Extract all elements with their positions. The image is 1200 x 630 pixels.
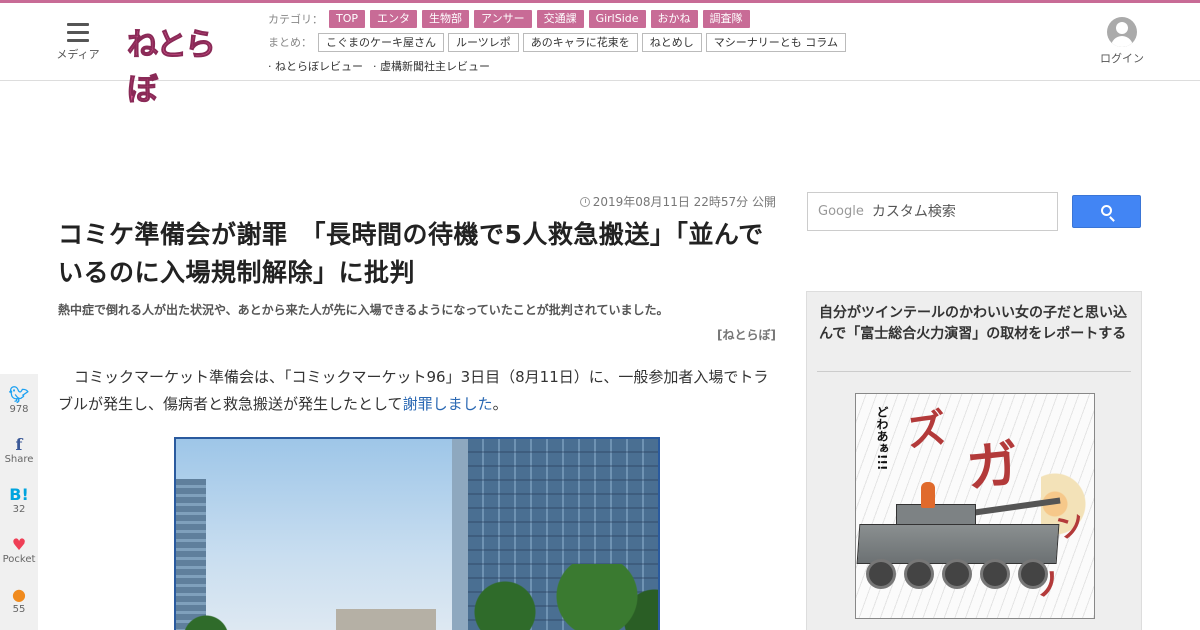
custom-search-box: Google [807,192,1058,231]
category-enta[interactable]: エンタ [370,10,418,28]
category-nav: カテゴリ： TOP エンタ 生物部 アンサー 交通課 GirlSide おかね … [268,10,755,28]
media-menu-label: メディア [56,48,100,61]
social-share-bar: 🐦︎ 978 f Share B! 32 ♥ Pocket ● 55 [0,374,38,630]
publish-timestamp: 2019年08月11日 22時57分 公開 [579,193,776,210]
site-logo-text: ねとらぼ [127,27,217,109]
publish-timestamp-text: 2019年08月11日 22時57分 公開 [592,195,776,209]
twitter-bird-icon: 🐦︎ [8,385,30,404]
sidebar-feature-title[interactable]: 自分がツインテールのかわいい女の子だと思い込んで「富士総合火力演習」の取材をレポ… [819,303,1131,345]
category-seibutsubu[interactable]: 生物部 [422,10,470,28]
sidebar-feature: 自分がツインテールのかわいい女の子だと思い込んで「富士総合火力演習」の取材をレポ… [806,291,1142,630]
category-girlside[interactable]: GirlSide [588,10,646,28]
summary-machinery[interactable]: マシーナリーとも コラム [705,32,846,52]
summary-netomeshi[interactable]: ねとめし [641,32,702,52]
article-source: [ねとらぼ] [717,328,776,342]
user-avatar-icon [1107,17,1137,47]
login-button[interactable]: ログイン [1098,17,1146,66]
google-brand-label: Google [818,204,864,219]
facebook-icon: f [15,435,23,454]
media-menu-button[interactable]: メディア [54,21,102,65]
clock-icon [579,197,590,207]
speech-bubble-icon: ● [12,585,26,604]
manga-shout-text: どわあぁ!!! [875,406,889,471]
category-okane[interactable]: おかね [650,10,698,28]
article-subtitle: 熱中症で倒れる人が出た状況や、あとから来た人が先に入場できるようになっていたこと… [58,303,669,317]
search-icon [1101,205,1112,216]
twitter-count: 978 [9,404,29,415]
line-share-button[interactable]: ● 55 [0,586,38,616]
pocket-label: Pocket [2,554,36,565]
summary-nav: まとめ： こぐまのケーキ屋さん ルーツレポ あのキャラに花束を ねとめし マシー… [268,32,850,52]
sidebar-feature-image[interactable]: ズ ガ ン ッ どわあぁ!!! [855,393,1095,619]
article-title: コミケ準備会が謝罪 「長時間の待機で5人救急搬送」「並んでいるのに入場規制解除」… [58,220,764,287]
search-input[interactable] [871,203,1052,220]
category-answer[interactable]: アンサー [474,10,532,28]
review-nav: · ねとらぼレビュー · 虚構新聞社主レビュー [268,57,500,75]
pocket-icon: ♥ [11,535,27,554]
review-link-kyokou[interactable]: · 虚構新聞社主レビュー [373,58,490,74]
line-count: 55 [12,604,26,615]
facebook-share-button[interactable]: f Share [0,436,38,466]
pocket-button[interactable]: ♥ Pocket [0,536,38,566]
login-label: ログイン [1100,52,1144,65]
apology-link[interactable]: 謝罪しました [403,395,493,413]
hatena-bookmark-icon: B! [9,485,29,504]
review-link-netorabo[interactable]: · ねとらぼレビュー [268,58,363,74]
search-button[interactable] [1072,195,1141,228]
category-top[interactable]: TOP [329,10,366,28]
site-logo[interactable]: ねとらぼ [127,19,239,109]
summary-koguma[interactable]: こぐまのケーキ屋さん [318,32,444,52]
hatena-count: 32 [12,504,26,515]
summary-hanataba[interactable]: あのキャラに花束を [522,32,638,52]
site-header: メディア ねとらぼ カテゴリ： TOP エンタ 生物部 アンサー 交通課 Gir… [0,3,1200,109]
summary-roots[interactable]: ルーツレポ [448,32,519,52]
facebook-label: Share [4,454,34,465]
summary-label: まとめ： [268,36,312,49]
hatena-bookmark-button[interactable]: B! 32 [0,486,38,516]
hamburger-icon [67,23,89,42]
sidebar-divider [817,371,1131,372]
twitter-share-button[interactable]: 🐦︎ 978 [0,386,38,416]
article-body-end: 。 [492,395,508,413]
category-label: カテゴリ： [268,13,323,26]
category-chousatai[interactable]: 調査隊 [702,10,750,28]
article-photo [174,437,660,630]
article-body: コミックマーケット準備会は、「コミックマーケット96」3日目（8月11日）に、一… [58,364,778,418]
category-koutsuuka[interactable]: 交通課 [536,10,584,28]
